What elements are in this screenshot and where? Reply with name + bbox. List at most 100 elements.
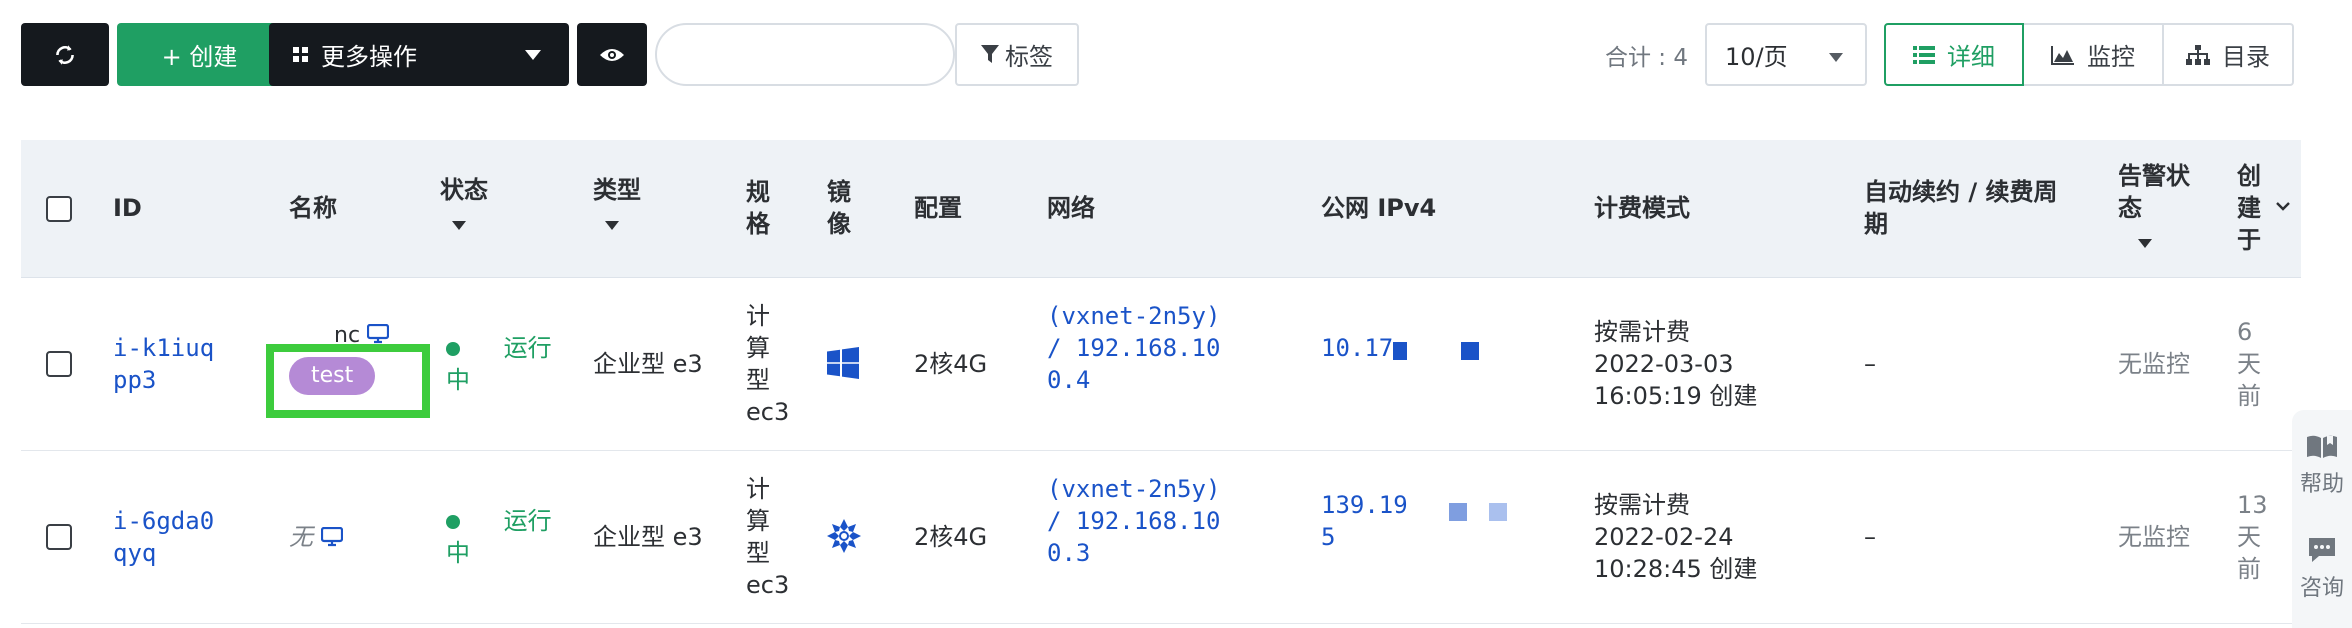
instance-spec: 计 算 型 ec3 — [746, 473, 789, 601]
page-size-select[interactable]: 10/页 — [1705, 23, 1867, 86]
spec-line: 型 — [746, 539, 770, 567]
status-dot-icon — [446, 515, 460, 529]
more-actions-dropdown[interactable]: 更多操作 — [269, 23, 569, 86]
table-row[interactable]: i-k1iuq pp3 nc test 运行 中 企业型 e3 计 算 型 ec… — [21, 278, 2301, 451]
side-help-panel: 帮助 咨询 — [2292, 410, 2352, 628]
alarm-status: 无监控 — [2118, 350, 2190, 378]
tag-filter-label: 标签 — [1005, 43, 1053, 71]
alarm-status: 无监控 — [2118, 523, 2190, 551]
billing-info: 按需计费 2022-02-24 10:28:45 创建 — [1594, 489, 1757, 585]
refresh-button[interactable] — [21, 23, 109, 86]
header-config: 配置 — [914, 194, 962, 222]
monitor-icon[interactable] — [320, 526, 343, 547]
page-size-value: 10/页 — [1725, 43, 1788, 71]
view-detail-label: 详细 — [1947, 43, 1995, 71]
created-line: 13 — [2237, 491, 2268, 519]
status-dot-icon — [446, 342, 460, 356]
create-button[interactable]: + 创建 — [117, 23, 282, 86]
spec-line: 计 — [746, 302, 770, 330]
header-created-line: 建 — [2237, 194, 2261, 222]
instance-tag[interactable]: test — [289, 357, 376, 395]
instance-spec: 计 算 型 ec3 — [746, 300, 789, 428]
instance-config: 2核4G — [914, 523, 988, 551]
chevron-down-icon — [525, 50, 541, 60]
eye-icon — [600, 48, 624, 61]
id-line: qyq — [113, 539, 157, 567]
monitor-icon[interactable] — [366, 323, 390, 344]
renew-value: – — [1864, 523, 1876, 551]
header-public-ip: 公网 IPv4 — [1321, 194, 1437, 222]
created-line: 6 — [2237, 318, 2253, 346]
snowflake-os-icon — [827, 519, 861, 553]
spec-line: 型 — [746, 366, 770, 394]
header-name: 名称 — [289, 194, 337, 222]
header-id: ID — [113, 194, 142, 222]
network-line: / 192.168.10 — [1047, 507, 1221, 535]
created-line: 前 — [2237, 555, 2261, 583]
header-created-line: 创 — [2237, 162, 2261, 190]
header-alarm-line: 告警状 — [2118, 162, 2190, 190]
spec-line: 算 — [746, 507, 770, 535]
row-checkbox[interactable] — [46, 351, 72, 377]
header-renew-line: 期 — [1864, 210, 1888, 238]
network-link[interactable]: (vxnet-2n5y) / 192.168.10 0.4 — [1047, 300, 1220, 396]
tag-filter-button[interactable]: 标签 — [955, 23, 1079, 86]
spec-line: ec3 — [746, 398, 790, 426]
chevron-down-icon[interactable] — [2275, 200, 2291, 212]
list-icon — [1913, 45, 1935, 64]
id-line: pp3 — [113, 366, 157, 394]
status-text: 运行 — [503, 507, 552, 535]
view-catalog-label: 目录 — [2222, 43, 2270, 71]
created-ago: 6 天 前 — [2237, 316, 2261, 412]
select-all-checkbox[interactable] — [46, 196, 72, 222]
spec-line: 计 — [746, 475, 770, 503]
instance-name-text: 无 — [289, 523, 313, 551]
consult-button[interactable]: 咨询 — [2292, 536, 2352, 602]
view-detail-button[interactable]: 详细 — [1884, 23, 2024, 86]
network-line: (vxnet-2n5y) — [1047, 302, 1221, 330]
network-line: (vxnet-2n5y) — [1047, 475, 1221, 503]
view-catalog-button[interactable]: 目录 — [2164, 23, 2294, 86]
header-spec: 规 格 — [746, 176, 770, 240]
redacted-block — [1461, 342, 1479, 360]
header-status[interactable]: 状态 — [440, 174, 488, 238]
row-checkbox[interactable] — [46, 524, 72, 550]
windows-icon — [827, 347, 859, 379]
billing-line: 16:05:19 创建 — [1594, 382, 1758, 410]
search-input[interactable] — [655, 23, 955, 86]
public-ip-line: 10.17 — [1321, 334, 1394, 362]
view-monitor-button[interactable]: 监控 — [2024, 23, 2164, 86]
instance-config: 2核4G — [914, 350, 988, 378]
header-created[interactable]: 创 建 于 — [2237, 160, 2261, 256]
instance-id-link[interactable]: i-k1iuq pp3 — [113, 332, 214, 396]
network-line: / 192.168.10 — [1047, 334, 1221, 362]
network-link[interactable]: (vxnet-2n5y) / 192.168.10 0.3 — [1047, 473, 1220, 569]
public-ip-link[interactable]: 139.19 5 — [1321, 489, 1408, 553]
toolbar: + 创建 更多操作 标签 合计 : 4 10/页 详细 监控 目录 — [21, 23, 2352, 86]
table-row[interactable]: i-6gda0 qyq 无 运行 中 企业型 e3 计 算 型 ec3 2核4G… — [21, 451, 2301, 624]
redacted-block — [1449, 503, 1467, 521]
header-type[interactable]: 类型 — [593, 174, 641, 238]
view-switcher: 详细 监控 目录 — [1884, 23, 2294, 86]
public-ip-link[interactable]: 10.17 — [1321, 332, 1393, 364]
toggle-visibility-button[interactable] — [577, 23, 647, 86]
header-image: 镜 像 — [827, 176, 851, 240]
billing-line: 按需计费 — [1594, 491, 1690, 519]
header-network: 网络 — [1047, 194, 1095, 222]
chat-bubble-icon — [2309, 538, 2335, 562]
billing-line: 按需计费 — [1594, 318, 1690, 346]
created-ago: 13 天 前 — [2237, 489, 2268, 585]
created-line: 前 — [2237, 382, 2261, 410]
header-spec-line: 规 — [746, 178, 770, 206]
renew-value: – — [1864, 350, 1876, 378]
spec-line: ec3 — [746, 571, 790, 599]
instance-id-link[interactable]: i-6gda0 qyq — [113, 505, 214, 569]
instance-name[interactable]: 无 — [289, 521, 343, 553]
billing-info: 按需计费 2022-03-03 16:05:19 创建 — [1594, 316, 1757, 412]
header-alarm[interactable]: 告警状 态 — [2118, 160, 2190, 256]
header-billing: 计费模式 — [1594, 194, 1690, 222]
area-chart-icon — [2051, 45, 2074, 65]
instances-table: ID 名称 状态 类型 规 格 镜 像 配置 网络 公网 IPv4 计费模式 自… — [21, 140, 2301, 624]
billing-line: 10:28:45 创建 — [1594, 555, 1758, 583]
help-button[interactable]: 帮助 — [2292, 434, 2352, 498]
